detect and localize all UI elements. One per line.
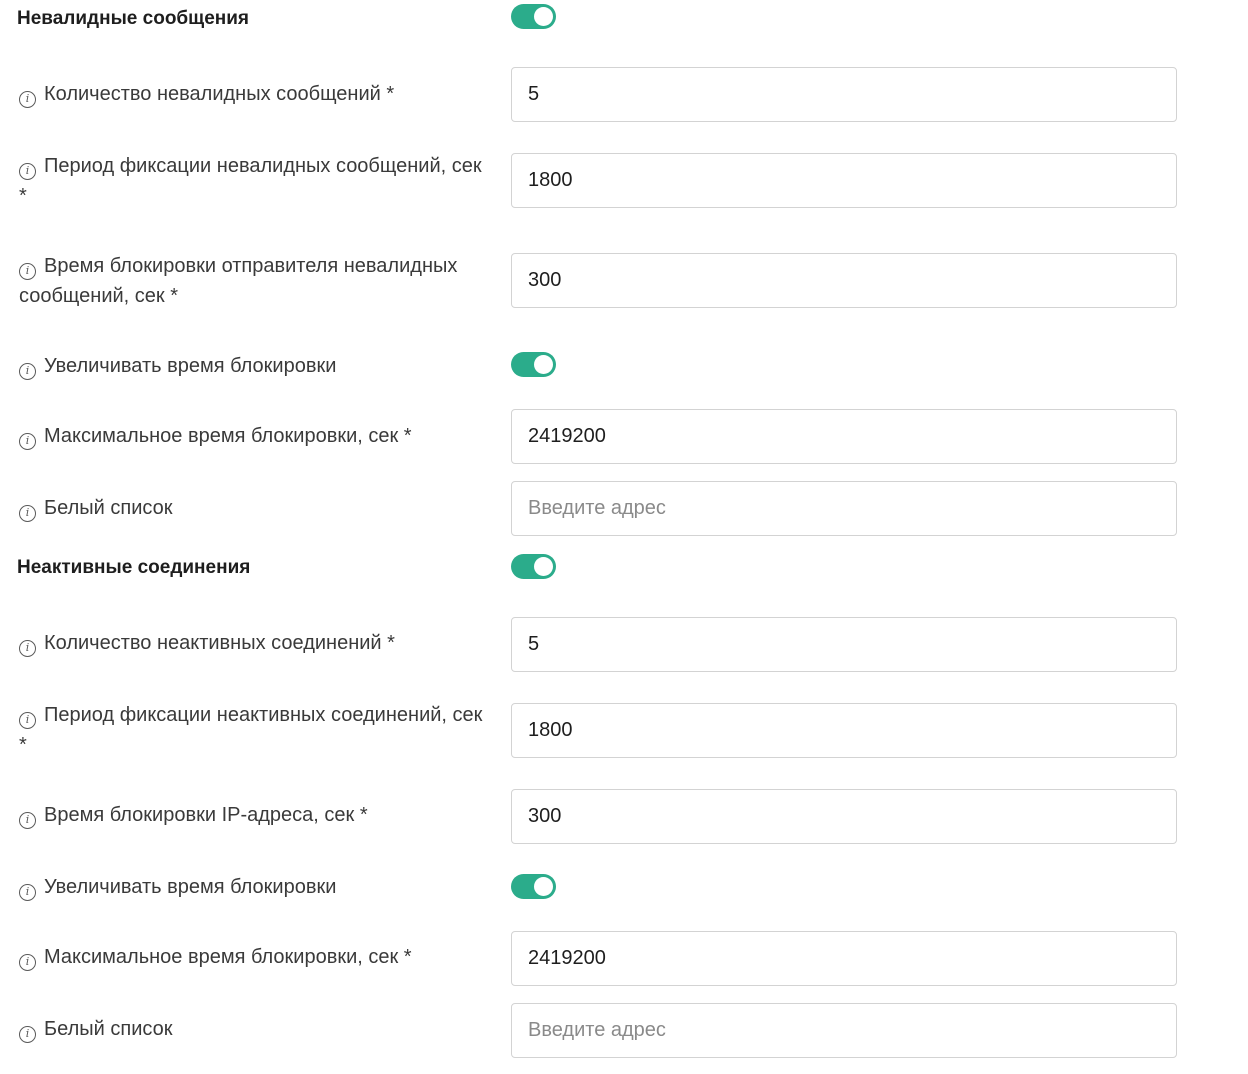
invalid-messages-count-label: i Количество невалидных сообщений * [19, 79, 489, 109]
whitelist-label-2: i Белый список [19, 1014, 489, 1044]
invalid-messages-period-label: i Период фиксации невалидных сообщений, с… [19, 151, 489, 211]
inactive-connections-count-label: i Количество неактивных соединений * [19, 628, 489, 658]
info-icon[interactable]: i [19, 884, 36, 901]
info-icon[interactable]: i [19, 163, 36, 180]
inactive-connections-count-input[interactable] [511, 617, 1177, 672]
increase-block-time-label: i Увеличивать время блокировки [19, 351, 489, 381]
info-icon[interactable]: i [19, 263, 36, 280]
max-block-time-label: i Максимальное время блокировки, сек * [19, 421, 489, 451]
label-text: Максимальное время блокировки, сек * [44, 425, 412, 447]
toggle-knob [534, 7, 553, 26]
invalid-messages-count-input[interactable] [511, 67, 1177, 122]
label-text: Белый список [44, 497, 173, 519]
whitelist-input-2[interactable] [511, 1003, 1177, 1058]
ip-block-time-input[interactable] [511, 789, 1177, 844]
section-title-inactive-connections: Неактивные соединения [17, 557, 251, 578]
toggle-knob [534, 557, 553, 576]
info-icon[interactable]: i [19, 954, 36, 971]
info-icon[interactable]: i [19, 640, 36, 657]
label-text: Период фиксации неактивных соединений, с… [19, 704, 483, 756]
section-title-invalid-messages: Невалидные сообщения [17, 8, 249, 29]
max-block-time-label-2: i Максимальное время блокировки, сек * [19, 942, 489, 972]
label-text: Время блокировки отправителя невалидных … [19, 255, 458, 307]
label-text: Увеличивать время блокировки [44, 876, 337, 898]
inactive-connections-toggle[interactable] [511, 554, 556, 579]
invalid-messages-period-input[interactable] [511, 153, 1177, 208]
info-icon[interactable]: i [19, 505, 36, 522]
label-text: Белый список [44, 1018, 173, 1040]
ip-block-time-label: i Время блокировки IP-адреса, сек * [19, 800, 489, 830]
label-text: Время блокировки IP-адреса, сек * [44, 804, 368, 826]
increase-block-time-toggle-2[interactable] [511, 874, 556, 899]
label-text: Максимальное время блокировки, сек * [44, 946, 412, 968]
sender-block-time-input[interactable] [511, 253, 1177, 308]
max-block-time-input-2[interactable] [511, 931, 1177, 986]
increase-block-time-label-2: i Увеличивать время блокировки [19, 872, 489, 902]
label-text: Увеличивать время блокировки [44, 355, 337, 377]
sender-block-time-label: i Время блокировки отправителя невалидных… [19, 251, 489, 311]
max-block-time-input[interactable] [511, 409, 1177, 464]
label-text: Количество неактивных соединений * [44, 632, 395, 654]
toggle-knob [534, 877, 553, 896]
whitelist-label: i Белый список [19, 493, 489, 523]
info-icon[interactable]: i [19, 1026, 36, 1043]
inactive-connections-period-label: i Период фиксации неактивных соединений, … [19, 700, 489, 760]
label-text: Количество невалидных сообщений * [44, 83, 395, 105]
inactive-connections-period-input[interactable] [511, 703, 1177, 758]
info-icon[interactable]: i [19, 91, 36, 108]
info-icon[interactable]: i [19, 433, 36, 450]
toggle-knob [534, 355, 553, 374]
increase-block-time-toggle[interactable] [511, 352, 556, 377]
info-icon[interactable]: i [19, 812, 36, 829]
whitelist-input[interactable] [511, 481, 1177, 536]
info-icon[interactable]: i [19, 363, 36, 380]
invalid-messages-toggle[interactable] [511, 4, 556, 29]
label-text: Период фиксации невалидных сообщений, се… [19, 155, 482, 207]
info-icon[interactable]: i [19, 712, 36, 729]
